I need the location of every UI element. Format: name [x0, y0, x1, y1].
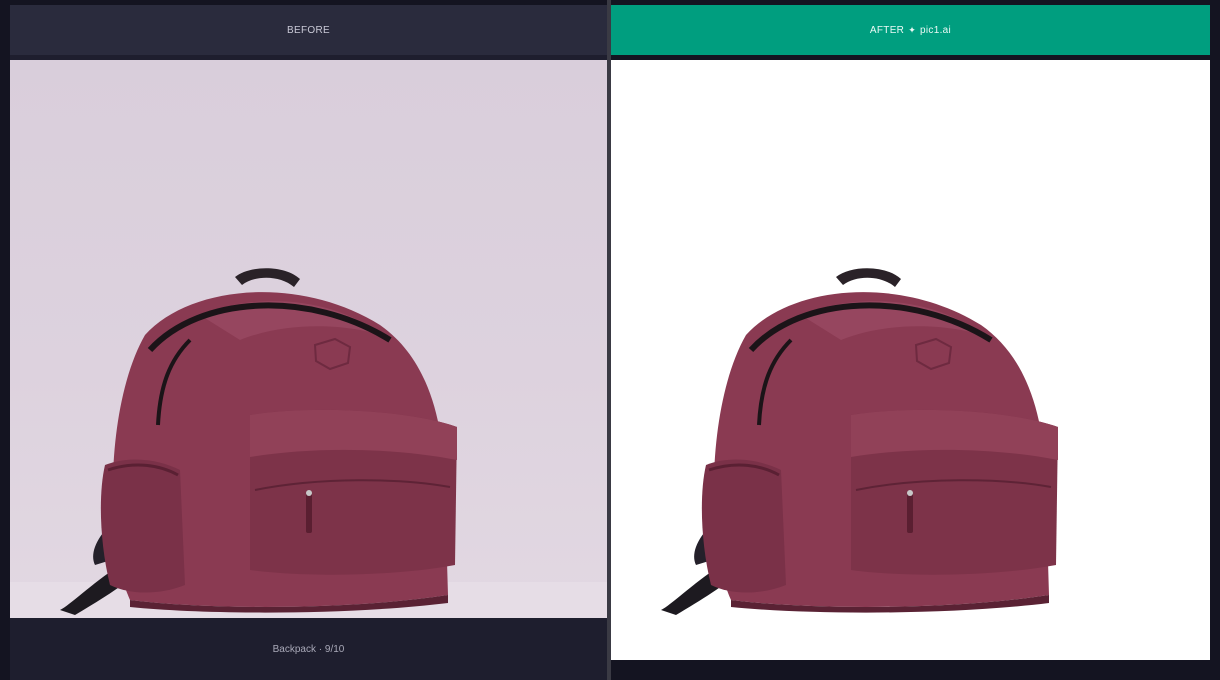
brand-name: pic1.ai	[920, 24, 952, 36]
backpack-cutout-illustration	[661, 268, 1058, 615]
before-image	[10, 60, 607, 618]
sparkle-icon: ✦	[908, 24, 917, 35]
after-image	[611, 60, 1210, 660]
before-header-label: BEFORE	[287, 24, 330, 36]
after-header-label: AFTER	[869, 24, 905, 36]
backpack-illustration	[60, 268, 457, 615]
before-header: BEFORE	[10, 5, 607, 55]
after-header: AFTER ✦ pic1.ai	[611, 5, 1210, 55]
caption-text: Backpack · 9/10	[272, 643, 345, 655]
before-panel: BEFORE Backpack · 9/10	[10, 5, 607, 680]
comparison-view: BEFORE Backpack · 9/10 AFTER ✦ pic1.ai	[0, 0, 1220, 680]
image-caption: Backpack · 9/10	[10, 618, 607, 680]
